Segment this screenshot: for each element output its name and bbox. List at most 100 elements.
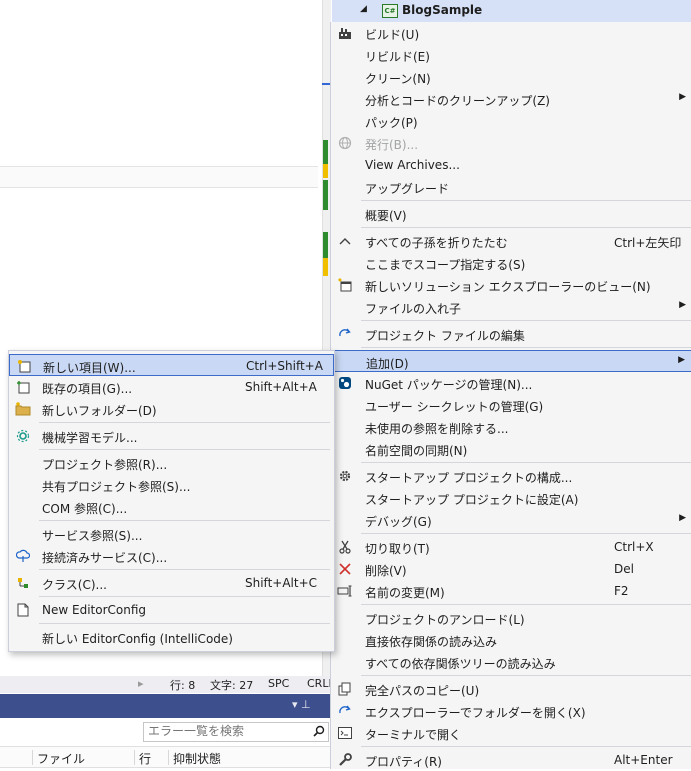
expand-arrow-icon[interactable]: ◢	[360, 4, 367, 14]
menu-item-load-all-deps[interactable]: すべての依存関係ツリーの読み込み	[331, 651, 691, 673]
menu-item-label: 概要(V)	[365, 209, 407, 223]
menu-item-label: 未使用の参照を削除する...	[365, 422, 509, 436]
status-spc[interactable]: SPC	[268, 677, 289, 690]
menu-item-cut[interactable]: 切り取り(T) Ctrl+X	[331, 536, 691, 558]
menu-item-collapse-all[interactable]: すべての子孫を折りたたむ Ctrl+左矢印	[331, 230, 691, 252]
menu-shortcut: Ctrl+左矢印	[614, 236, 682, 250]
menu-item-set-startup[interactable]: スタートアップ プロジェクトに設定(A)	[331, 487, 691, 509]
menu-item-label: スタートアップ プロジェクトに設定(A)	[365, 493, 579, 507]
menu-item-label: ターミナルで開く	[365, 728, 462, 742]
menu-separator	[361, 347, 691, 348]
submenu-item-ml-model[interactable]: 機械学習モデル...	[9, 425, 334, 447]
menu-item-label: リビルド(E)	[365, 50, 430, 64]
menu-separator	[361, 462, 691, 463]
menu-item-configure-startup[interactable]: スタートアップ プロジェクトの構成...	[331, 465, 691, 487]
menu-item-add[interactable]: 追加(D) ▶	[331, 350, 691, 372]
status-char[interactable]: 文字: 27	[210, 677, 253, 693]
menu-separator	[361, 320, 691, 321]
menu-item-label: パック(P)	[365, 116, 418, 130]
panel-pin-controls[interactable]: ▾ ⊥	[292, 698, 311, 711]
menu-item-load-direct-deps[interactable]: 直接依存関係の読み込み	[331, 629, 691, 651]
error-list-headers: ファイル 行 抑制状態	[0, 746, 332, 768]
menu-item-edit-project-file[interactable]: プロジェクト ファイルの編集	[331, 323, 691, 345]
menu-separator	[361, 533, 691, 534]
menu-item-label: 完全パスのコピー(U)	[365, 684, 480, 698]
menu-item-label: クラス(C)...	[42, 578, 107, 592]
status-line[interactable]: 行: 8	[170, 677, 195, 693]
menu-item-delete[interactable]: 削除(V) Del	[331, 558, 691, 580]
menu-item-debug[interactable]: デバッグ(G) ▶	[331, 509, 691, 531]
menu-item-view-archives[interactable]: View Archives...	[331, 154, 691, 176]
menu-item-label: すべての子孫を折りたたむ	[365, 236, 508, 250]
submenu-item-new-item[interactable]: 新しい項目(W)... Ctrl+Shift+A	[9, 354, 334, 376]
menu-item-file-nesting[interactable]: ファイルの入れ子 ▶	[331, 296, 691, 318]
gear-icon	[337, 468, 353, 484]
menu-item-open-terminal[interactable]: ターミナルで開く	[331, 722, 691, 744]
error-search-input[interactable]	[144, 723, 308, 739]
menu-separator	[361, 200, 691, 201]
menu-item-upgrade[interactable]: アップグレード	[331, 176, 691, 198]
menu-item-overview[interactable]: 概要(V)	[331, 203, 691, 225]
menu-item-unload-project[interactable]: プロジェクトのアンロード(L)	[331, 607, 691, 629]
menu-separator	[361, 604, 691, 605]
column-suppression[interactable]: 抑制状態	[168, 750, 221, 766]
error-list-titlebar: ▾ ⊥	[0, 694, 332, 718]
project-name: BlogSample	[402, 3, 483, 17]
menu-item-user-secrets[interactable]: ユーザー シークレットの管理(G)	[331, 394, 691, 416]
submenu-item-connected-service[interactable]: 接続済みサービス(C)...	[9, 545, 334, 567]
menu-item-rebuild[interactable]: リビルド(E)	[331, 44, 691, 66]
delete-icon	[337, 561, 353, 577]
menu-item-label: プロパティ(R)	[365, 755, 442, 769]
submenu-item-shared-project-reference[interactable]: 共有プロジェクト参照(S)...	[9, 474, 334, 496]
menu-item-label: スタートアップ プロジェクトの構成...	[365, 471, 573, 485]
class-icon	[15, 575, 31, 591]
menu-item-sync-namespaces[interactable]: 名前空間の同期(N)	[331, 438, 691, 460]
submenu-item-project-reference[interactable]: プロジェクト参照(R)...	[9, 452, 334, 474]
menu-item-manage-nuget[interactable]: NuGet パッケージの管理(N)...	[331, 372, 691, 394]
submenu-item-new-editorconfig-intellicode[interactable]: 新しい EditorConfig (IntelliCode)	[9, 626, 334, 648]
wrench-icon	[337, 752, 353, 768]
submenu-item-new-folder[interactable]: 新しいフォルダー(D)	[9, 398, 334, 420]
menu-item-analyze-cleanup[interactable]: 分析とコードのクリーンアップ(Z) ▶	[331, 88, 691, 110]
menu-item-label: 共有プロジェクト参照(S)...	[42, 480, 191, 494]
menu-separator	[39, 520, 330, 521]
menu-item-pack[interactable]: パック(P)	[331, 110, 691, 132]
column-file[interactable]: ファイル	[32, 750, 85, 766]
menu-item-label: クリーン(N)	[365, 72, 431, 86]
rename-icon	[337, 583, 353, 599]
menu-item-publish[interactable]: 発行(B)...	[331, 132, 691, 154]
menu-item-clean[interactable]: クリーン(N)	[331, 66, 691, 88]
menu-separator	[361, 675, 691, 676]
menu-item-open-in-explorer[interactable]: エクスプローラーでフォルダーを開く(X)	[331, 700, 691, 722]
menu-separator	[39, 623, 330, 624]
collapse-icon	[337, 233, 353, 249]
menu-item-copy-full-path[interactable]: 完全パスのコピー(U)	[331, 678, 691, 700]
menu-item-build[interactable]: ビルド(U)	[331, 22, 691, 44]
submenu-item-service-reference[interactable]: サービス参照(S)...	[9, 523, 334, 545]
menu-item-rename[interactable]: 名前の変更(M) F2	[331, 580, 691, 602]
menu-item-label: ユーザー シークレットの管理(G)	[365, 400, 544, 414]
column-line[interactable]: 行	[134, 750, 151, 766]
change-marker-green	[323, 180, 328, 210]
new-item-icon	[16, 358, 32, 374]
menu-separator	[39, 449, 330, 450]
submenu-item-new-editorconfig[interactable]: New EditorConfig	[9, 599, 334, 621]
search-icon[interactable]	[313, 725, 325, 737]
menu-item-label: 接続済みサービス(C)...	[42, 551, 168, 565]
submenu-item-class[interactable]: クラス(C)... Shift+Alt+C	[9, 572, 334, 594]
menu-shortcut: F2	[614, 584, 629, 598]
menu-separator	[39, 422, 330, 423]
menu-item-label: エクスプローラーでフォルダーを開く(X)	[365, 706, 586, 720]
submenu-item-com-reference[interactable]: COM 参照(C)...	[9, 496, 334, 518]
menu-item-scope-to-this[interactable]: ここまでスコープ指定する(S)	[331, 252, 691, 274]
menu-item-new-explorer-view[interactable]: 新しいソリューション エクスプローラーのビュー(N)	[331, 274, 691, 296]
submenu-item-existing-item[interactable]: 既存の項目(G)... Shift+Alt+A	[9, 376, 334, 398]
menu-item-label: 名前の変更(M)	[365, 586, 445, 600]
error-list-search[interactable]	[143, 722, 329, 742]
file-icon	[15, 602, 31, 618]
menu-item-label: 新しいフォルダー(D)	[42, 404, 157, 418]
solution-explorer-project-row[interactable]: ◢ C# BlogSample	[332, 0, 691, 23]
menu-item-remove-unused-refs[interactable]: 未使用の参照を削除する...	[331, 416, 691, 438]
submenu-arrow-icon: ▶	[679, 92, 686, 102]
menu-item-properties[interactable]: プロパティ(R) Alt+Enter	[331, 749, 691, 771]
